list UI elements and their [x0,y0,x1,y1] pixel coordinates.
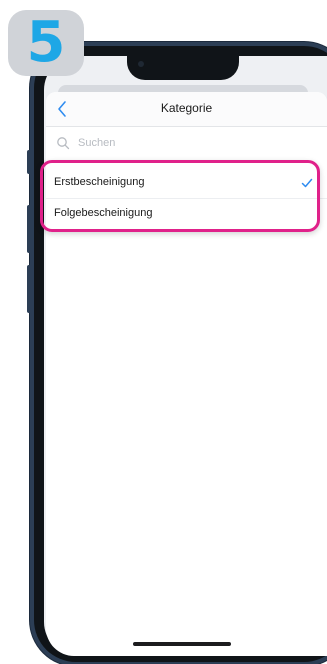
search-bar[interactable] [46,132,327,154]
step-badge: 5 [8,10,84,76]
tutorial-stage: Kategorie Erstbescheinigung Folgebeschei… [0,0,327,664]
navigation-bar: Kategorie [46,92,327,127]
list-item-folgebescheinigung[interactable]: Folgebescheinigung [46,198,327,229]
list-item-label: Folgebescheinigung [54,207,153,219]
list-item-label: Erstbescheinigung [54,176,145,188]
phone-side-button [27,150,31,174]
search-icon [57,137,70,150]
page-title: Kategorie [160,101,213,115]
back-button[interactable] [52,98,76,120]
checkmark-icon [301,178,313,188]
category-sheet: Kategorie Erstbescheinigung Folgebeschei… [46,92,327,656]
phone-volume-down-button [27,265,31,313]
list-item-erstbescheinigung[interactable]: Erstbescheinigung [46,168,327,198]
step-number: 5 [26,10,66,75]
search-input[interactable] [78,134,308,152]
chevron-left-icon [58,101,66,117]
front-camera-icon [138,61,144,67]
category-list: Erstbescheinigung Folgebescheinigung [46,168,327,229]
phone-volume-up-button [27,205,31,253]
home-indicator [133,642,231,646]
